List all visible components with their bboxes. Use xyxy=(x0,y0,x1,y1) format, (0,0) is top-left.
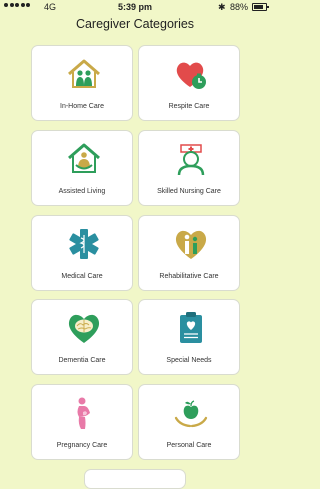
category-card-dementia-care[interactable]: Dementia Care xyxy=(31,299,133,375)
house-people-icon xyxy=(68,143,100,173)
partial-category-card[interactable] xyxy=(84,469,186,489)
category-label: Special Needs xyxy=(166,357,212,364)
brain-heart-icon xyxy=(68,314,100,343)
category-label: Medical Care xyxy=(61,273,103,280)
category-card-medical-care[interactable]: Medical Care xyxy=(31,215,133,291)
category-card-respite-care[interactable]: Respite Care xyxy=(138,45,240,121)
category-card-assisted-living[interactable]: Assisted Living xyxy=(31,130,133,206)
category-label: Respite Care xyxy=(168,103,210,110)
nurse-icon xyxy=(177,144,205,176)
pregnancy-icon xyxy=(77,397,90,429)
heart-clock-icon xyxy=(176,62,206,89)
category-label: Pregnancy Care xyxy=(56,442,108,449)
battery-percent: 88% xyxy=(230,2,249,12)
home-family-icon xyxy=(68,59,100,88)
category-label: Rehabilitative Care xyxy=(159,273,219,280)
heart-rehab-icon xyxy=(175,230,207,259)
status-bar: 4G 5:39 pm ✱ 88% xyxy=(0,0,270,14)
category-card-skilled-nursing-care[interactable]: Skilled Nursing Care xyxy=(138,130,240,206)
category-label: In-Home Care xyxy=(60,103,104,110)
category-card-rehabilitative-care[interactable]: Rehabilitative Care xyxy=(138,215,240,291)
category-label: Assisted Living xyxy=(58,188,106,195)
page-title: Caregiver Categories xyxy=(75,17,195,31)
category-label: Dementia Care xyxy=(58,357,106,364)
category-card-in-home-care[interactable]: In-Home Care xyxy=(31,45,133,121)
category-label: Personal Care xyxy=(166,442,212,449)
apple-hands-icon xyxy=(174,400,208,428)
battery-icon xyxy=(252,3,269,11)
category-label: Skilled Nursing Care xyxy=(157,188,221,195)
bluetooth-icon: ✱ xyxy=(218,2,226,12)
medical-star-icon xyxy=(69,229,99,259)
category-card-pregnancy-care[interactable]: Pregnancy Care xyxy=(31,384,133,460)
category-card-special-needs[interactable]: Special Needs xyxy=(138,299,240,375)
category-card-personal-care[interactable]: Personal Care xyxy=(138,384,240,460)
clipboard-heart-icon xyxy=(180,312,202,343)
